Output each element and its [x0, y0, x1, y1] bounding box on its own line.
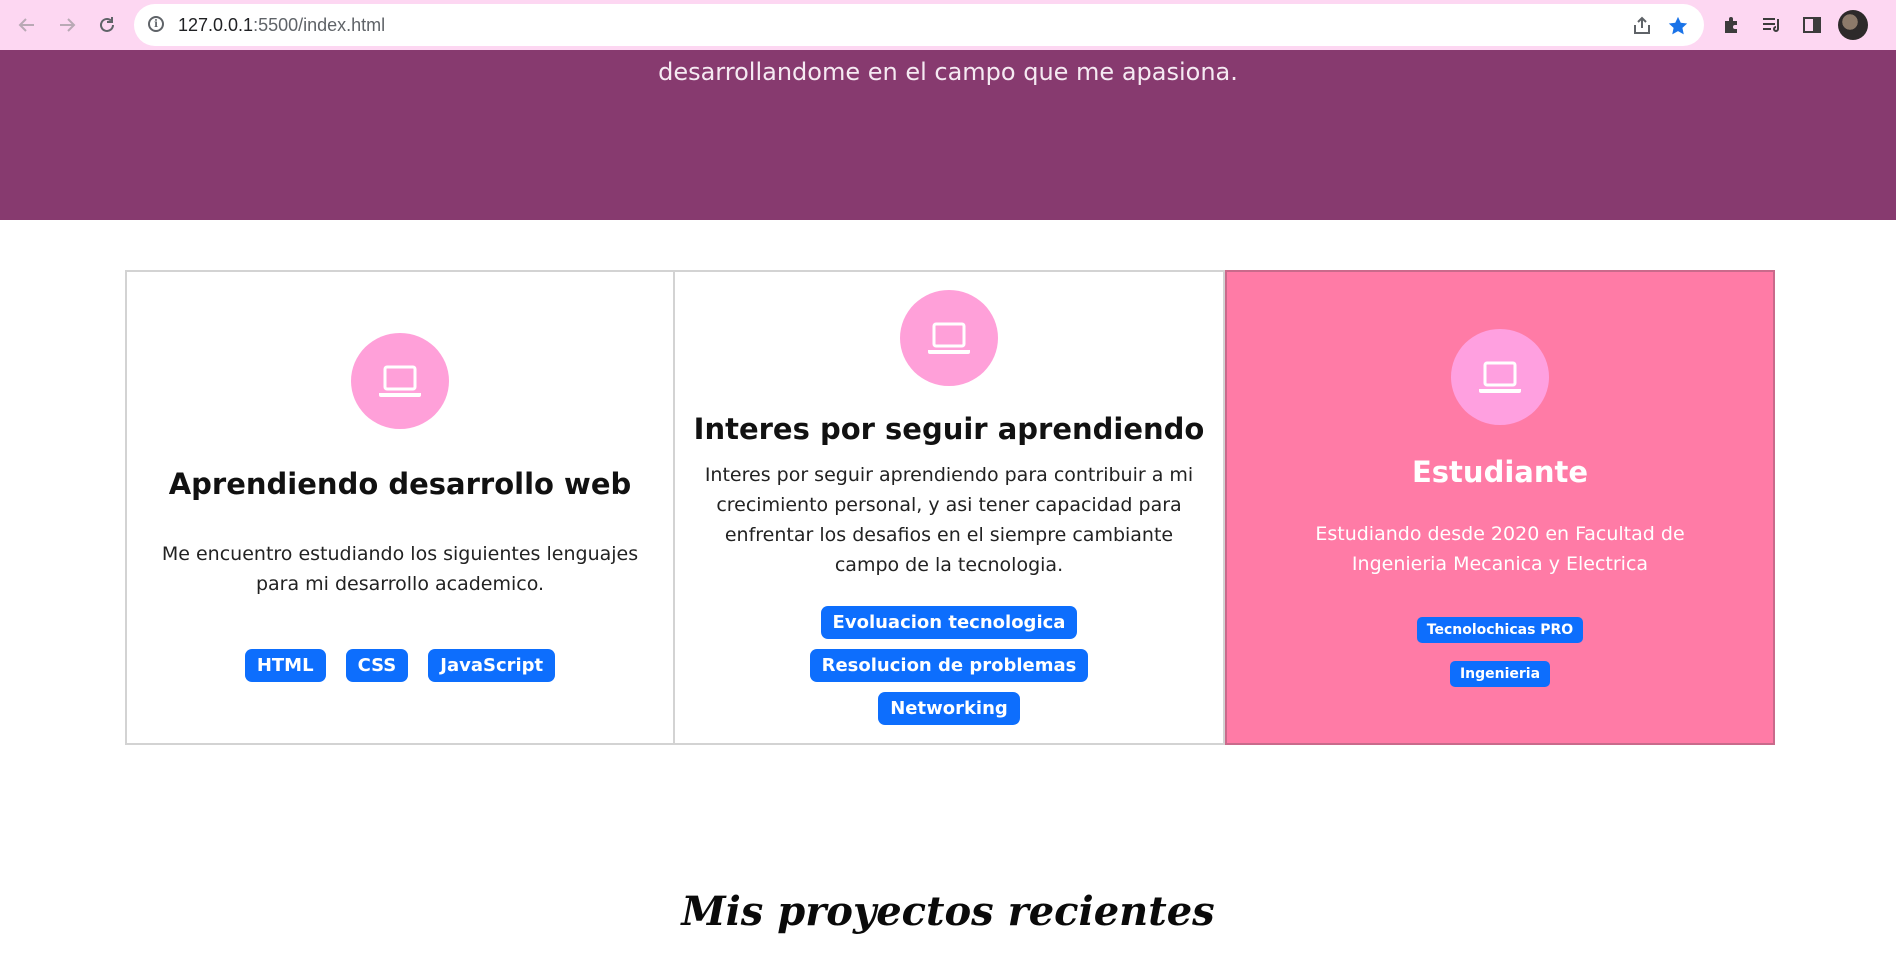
reload-icon	[100, 17, 114, 32]
card-keep-learning: Interes por seguir aprendiendo Interes p…	[675, 270, 1225, 745]
tag-list: Evoluacion tecnologica Resolucion de pro…	[719, 606, 1179, 725]
arrow-right-icon	[60, 18, 76, 32]
icon-circle	[351, 333, 449, 429]
laptop-icon	[1479, 361, 1521, 393]
url-path: :5500/index.html	[253, 15, 386, 35]
site-info-icon[interactable]: i	[148, 16, 164, 32]
back-button[interactable]	[10, 8, 44, 42]
side-panel-icon[interactable]	[1798, 11, 1826, 39]
tag-networking: Networking	[878, 692, 1020, 725]
laptop-icon	[379, 365, 421, 397]
hero-banner: desarrollandome en el campo que me apasi…	[0, 50, 1896, 220]
tag-javascript: JavaScript	[428, 649, 556, 682]
card-web-development: Aprendiendo desarrollo web Me encuentro …	[125, 270, 675, 745]
bookmark-star-icon[interactable]	[1666, 14, 1690, 38]
card-description: Estudiando desde 2020 en Facultad de Ing…	[1315, 522, 1685, 575]
card-title: Estudiante	[1411, 454, 1589, 489]
reading-list-icon[interactable]	[1758, 11, 1786, 39]
reload-button[interactable]	[90, 8, 124, 42]
tag-problem-solving: Resolucion de problemas	[809, 649, 1089, 682]
icon-circle	[1451, 328, 1549, 425]
card-title: Interes por seguir aprendiendo	[693, 412, 1205, 446]
tag-tecnolochicas: Tecnolochicas PRO	[1416, 616, 1584, 643]
tag-tech-evolution: Evoluacion tecnologica	[820, 606, 1078, 639]
card-description: Interes por seguir aprendiendo para cont…	[704, 464, 1194, 576]
card-student: Estudiante Estudiando desde 2020 en Facu…	[1225, 270, 1775, 745]
url-text[interactable]: 127.0.0.1:5500/index.html	[178, 15, 385, 36]
hero-text: desarrollandome en el campo que me apasi…	[658, 58, 1238, 86]
url-host: 127.0.0.1	[178, 15, 254, 35]
arrow-left-icon	[18, 18, 34, 32]
profile-avatar[interactable]	[1838, 10, 1868, 40]
card-description: Me encuentro estudiando los siguientes l…	[161, 543, 639, 595]
tag-css: CSS	[345, 649, 409, 682]
share-icon[interactable]	[1630, 14, 1654, 38]
about-cards: Aprendiendo desarrollo web Me encuentro …	[125, 270, 1775, 745]
forward-button[interactable]	[50, 8, 84, 42]
tag-list: HTML CSS JavaScript	[235, 649, 565, 682]
laptop-icon	[928, 322, 970, 354]
extensions-icon[interactable]	[1718, 11, 1746, 39]
section-title: Mis proyectos recientes	[681, 888, 1215, 935]
tag-list: Tecnolochicas PRO Ingenieria	[1416, 616, 1584, 687]
browser-toolbar: i 127.0.0.1:5500/index.html	[0, 0, 1896, 50]
tag-html: HTML	[244, 649, 326, 682]
tag-ingenieria: Ingenieria	[1449, 660, 1551, 687]
card-title: Aprendiendo desarrollo web	[168, 467, 632, 501]
address-bar[interactable]: i 127.0.0.1:5500/index.html	[134, 4, 1704, 46]
icon-circle	[900, 290, 998, 386]
